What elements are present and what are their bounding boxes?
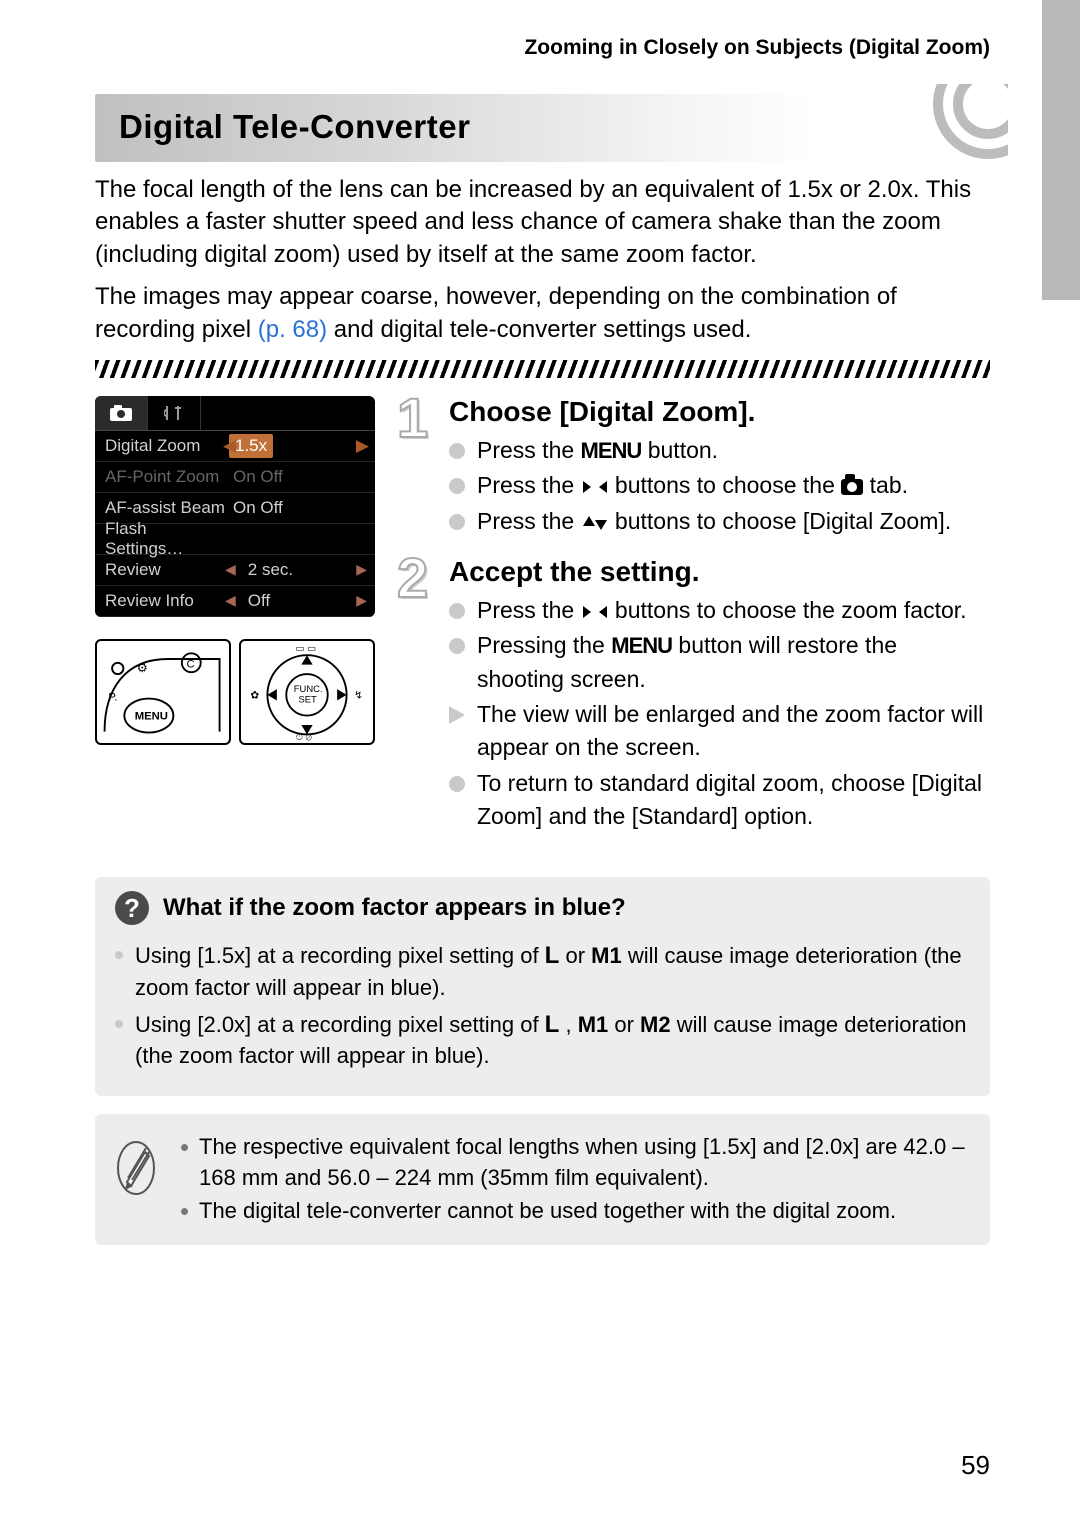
left-right-arrows-icon [581,603,609,621]
step-item: To return to standard digital zoom, choo… [449,767,990,834]
control-dial-diagram: FUNC. SET ▭ ▭ ↯ ✿ ⏱ ⊘ [239,639,375,745]
svg-text:SET: SET [299,693,318,704]
pencil-note-icon [115,1130,157,1203]
note-item: The digital tele-converter cannot be use… [181,1196,970,1227]
size-m1-icon: M1 [591,943,622,968]
menu-text-icon: MENU [611,633,672,658]
menu-tab-camera-icon [95,396,148,430]
size-m1-icon: M1 [578,1012,609,1037]
svg-text:▭ ▭: ▭ ▭ [296,642,316,653]
section-title: Digital Tele-Converter [95,94,990,146]
step-item: Pressing the MENU button will restore th… [449,629,990,696]
menu-row: Digital Zoom◀1.5x▶ [95,431,375,462]
question-item: Using [2.0x] at a recording pixel settin… [115,1008,970,1072]
note-item: The respective equivalent focal lengths … [181,1132,970,1194]
menu-row-label: Review [105,560,225,580]
step-item: Press the buttons to choose the tab. [449,469,990,502]
page-number: 59 [961,1450,990,1481]
page: Zooming in Closely on Subjects (Digital … [0,0,1080,1521]
svg-text:P.: P. [108,691,117,703]
step-number: 2 [397,550,428,606]
size-l-icon: L [545,942,560,969]
step-title: Choose [Digital Zoom]. [449,396,990,428]
question-mark-icon: ? [115,891,149,925]
menu-row-label: AF-assist Beam [105,498,225,518]
up-down-arrows-icon [581,514,609,532]
menu-row-label: Flash Settings… [105,519,225,559]
menu-row-value: On Off [225,467,365,487]
step-item: The view will be enlarged and the zoom f… [449,698,990,765]
svg-text:FUNC.: FUNC. [294,683,323,694]
svg-text:MENU: MENU [135,710,168,722]
svg-text:⚙: ⚙ [137,661,148,675]
question-title: What if the zoom factor appears in blue? [163,894,626,922]
svg-text:↯: ↯ [354,691,363,702]
camera-menu-screenshot: Digital Zoom◀1.5x▶AF-Point ZoomOn OffAF-… [95,396,375,617]
camera-diagrams: ⚙ C MENU P. FUNC. [95,639,375,745]
menu-row-label: Review Info [105,591,225,611]
step: 1Choose [Digital Zoom].Press the MENU bu… [403,396,990,538]
intro-paragraph-2: The images may appear coarse, however, d… [95,281,990,346]
step-title: Accept the setting. [449,556,990,588]
menu-row: Flash Settings… [95,524,375,555]
svg-text:C: C [187,658,195,670]
camera-tab-icon [841,479,863,495]
edge-tab [1042,0,1080,300]
question-box: ? What if the zoom factor appears in blu… [95,877,990,1096]
menu-text-icon: MENU [581,438,642,463]
menu-row-value: On Off [225,498,365,518]
svg-text:✿: ✿ [250,691,259,702]
section-divider-hatched [95,360,990,378]
step: 2Accept the setting.Press the buttons to… [403,556,990,833]
question-item: Using [1.5x] at a recording pixel settin… [115,939,970,1003]
step-item: Press the MENU button. [449,434,990,467]
menu-row: Review Info◀Off▶ [95,586,375,617]
menu-row-value: 2 sec. [240,560,365,580]
menu-row-label: AF-Point Zoom [105,467,225,487]
size-m2-icon: M2 [640,1012,671,1037]
menu-row-value: Off [240,591,365,611]
camera-body-diagram: ⚙ C MENU P. [95,639,231,745]
intro-paragraph-1: The focal length of the lens can be incr… [95,174,990,271]
section-title-bar: Digital Tele-Converter [95,94,990,162]
step-item: Press the buttons to choose [Digital Zoo… [449,505,990,538]
step-item: Press the buttons to choose the zoom fac… [449,594,990,627]
left-right-arrows-icon [581,478,609,496]
menu-row: AF-Point ZoomOn Off [95,462,375,493]
menu-row-label: Digital Zoom [105,436,225,456]
page-reference-link[interactable]: (p. 68) [258,316,327,343]
svg-text:⏱ ⊘: ⏱ ⊘ [296,731,312,742]
note-box: The respective equivalent focal lengths … [95,1114,990,1244]
menu-row: Review◀2 sec.▶ [95,555,375,586]
running-header: Zooming in Closely on Subjects (Digital … [95,36,990,60]
menu-tab-tools-icon [148,396,201,430]
step-number: 1 [397,390,428,446]
size-l-icon: L [545,1011,560,1038]
right-edge-tabs [1042,0,1080,306]
